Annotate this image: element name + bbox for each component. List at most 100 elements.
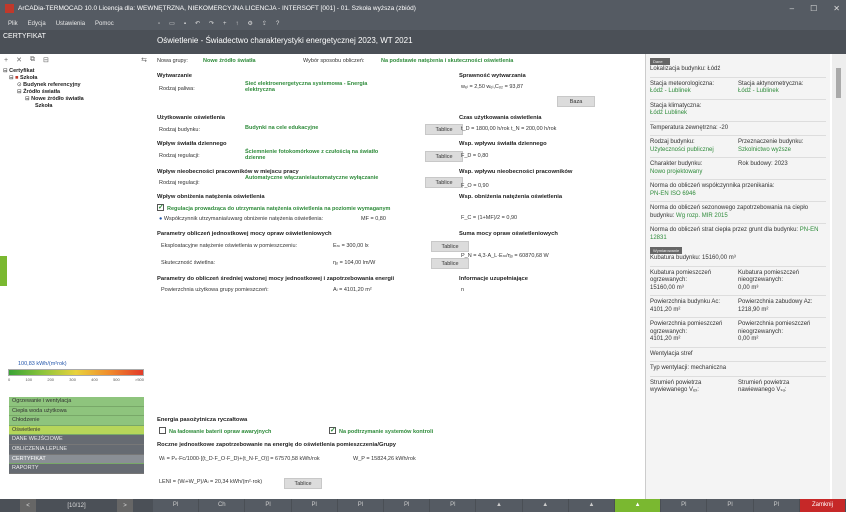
- redo-icon[interactable]: ↷: [209, 20, 214, 27]
- bottom-toolbar: Pl Ch Pl Pl Pl Pl Pl ▲ ▲ ▲ ▲ Pl Pl Pl Za…: [153, 499, 846, 512]
- menu-settings[interactable]: Ustawienia: [56, 21, 85, 27]
- eta-value[interactable]: ηₒ = 104,00 lm/W: [333, 260, 375, 266]
- nav-lighting[interactable]: Oświetlenie: [9, 425, 144, 436]
- checkbox-checked-icon[interactable]: [329, 426, 336, 434]
- section-reduction: Wpływ obniżenia natężenia oświetlenia: [157, 194, 265, 200]
- right-scrollbar[interactable]: [832, 54, 846, 499]
- group-value[interactable]: Nowe źródło światła: [203, 58, 256, 64]
- menu-help[interactable]: Pomoc: [95, 21, 114, 27]
- database-button[interactable]: Baza: [557, 96, 595, 107]
- bottom-button[interactable]: Ch: [199, 499, 246, 512]
- tables-button[interactable]: Tablice: [431, 258, 469, 269]
- fuel-value[interactable]: Sieć elektroenergetyczna systemowa - Ene…: [245, 81, 385, 93]
- undo-icon[interactable]: ↶: [195, 20, 200, 27]
- bottom-button-active[interactable]: ▲: [615, 499, 662, 512]
- tables-button[interactable]: Tablice: [431, 241, 469, 252]
- tree-item-new-light[interactable]: ⊟ Nowe źródło światła: [3, 96, 84, 103]
- section-params2: Parametry do obliczeń średniej ważonej m…: [157, 276, 395, 282]
- regulation-value[interactable]: Automatyczne włączanie/automatyczne wyłą…: [245, 175, 378, 181]
- efficiency-formula: wₑₗ = 2,50 wₑₗ,Cₒ₂ = 93,87: [461, 84, 524, 90]
- tree-item-school-room[interactable]: Szkoła: [3, 103, 84, 110]
- nav-heating[interactable]: Ogrzewanie i wentylacja: [9, 397, 144, 407]
- prev-page-button[interactable]: <: [20, 499, 36, 512]
- export-icon[interactable]: ⇪: [262, 20, 267, 27]
- swap-icon[interactable]: ⇆: [141, 56, 147, 64]
- method-value[interactable]: Na podstawie natężenia i skuteczności oś…: [381, 58, 513, 64]
- tables-button[interactable]: Tablice: [425, 177, 463, 188]
- nav-reports[interactable]: RAPORTY: [9, 464, 144, 474]
- bottom-button[interactable]: ▲: [523, 499, 569, 512]
- maximize-button[interactable]: ☐: [810, 4, 817, 13]
- tree-item-building-ref[interactable]: ⊙ Budynek referencyjny: [3, 82, 84, 89]
- bottom-button[interactable]: Pl: [338, 499, 385, 512]
- area-label: Powierzchnia użytkowa grupy pomieszczeń:: [161, 287, 269, 293]
- bottom-button[interactable]: Pl: [384, 499, 431, 512]
- bottom-button[interactable]: ▲: [569, 499, 616, 512]
- title-bar: ArCADia-TERMOCAD 10.0 Licencja dla: WEWN…: [0, 0, 846, 17]
- section-efficiency: Sprawność wytwarzania: [459, 73, 526, 79]
- add-node-icon[interactable]: +: [4, 57, 8, 64]
- bottom-button[interactable]: Pl: [245, 499, 292, 512]
- checkbox-checked-icon[interactable]: [157, 203, 164, 211]
- location-row: Lokalizacja budynku: Łódź: [650, 66, 721, 72]
- nav-thermal-calc[interactable]: OBLICZENIA LEPLNE: [9, 444, 144, 455]
- add-icon[interactable]: +: [223, 21, 227, 27]
- bottom-button[interactable]: Pl: [153, 499, 200, 512]
- regulation-checkbox[interactable]: Regulacja prowadząca do utrzymania natęż…: [157, 203, 390, 212]
- tables-button[interactable]: Tablice: [425, 151, 463, 162]
- section-annual: Roczne jednostkowe zapotrzebowanie na en…: [157, 442, 397, 448]
- tree-item-school[interactable]: ⊟ ■ Szkoła: [3, 75, 84, 82]
- bottom-button[interactable]: Pl: [430, 499, 477, 512]
- bottom-button[interactable]: Pl: [292, 499, 338, 512]
- nav-certificate[interactable]: CERTYFIKAT: [9, 454, 144, 465]
- copy-node-icon[interactable]: ⧉: [30, 56, 35, 64]
- nav-cooling[interactable]: Chłodzenie: [9, 416, 144, 426]
- tree-item-light-source[interactable]: ⊟ Źródło światła: [3, 89, 84, 96]
- up-icon[interactable]: ↑: [236, 21, 239, 27]
- regulation-value[interactable]: Ściemnienie fotokomórkowe z czułością na…: [245, 149, 385, 161]
- eta-label: Skuteczność świetlna:: [161, 260, 216, 266]
- toolbar: ▫ ▭ ▪ ↶ ↷ + ↑ ⚙ ⇪ ?: [153, 17, 846, 30]
- info-icon[interactable]: ●: [159, 216, 162, 222]
- app-logo-icon: [5, 4, 14, 13]
- checkbox-empty-icon[interactable]: [159, 427, 166, 434]
- menu-edit[interactable]: Edycja: [28, 21, 46, 27]
- minimize-button[interactable]: –: [790, 4, 794, 13]
- close-button[interactable]: ✕: [833, 4, 840, 13]
- scale-tick: >500: [134, 377, 144, 382]
- em-label: Eksploatacyjne natężenie oświetlenia w p…: [161, 243, 298, 249]
- menu-bar: Plik Edycja Ustawienia Pomoc: [0, 17, 153, 30]
- settings-icon[interactable]: ⚙: [248, 20, 253, 27]
- bottom-button[interactable]: ▲: [476, 499, 523, 512]
- area-value[interactable]: Aₗ = 4101,20 m²: [333, 287, 372, 293]
- save-icon[interactable]: ▪: [184, 21, 186, 27]
- bottom-button[interactable]: Pl: [707, 499, 754, 512]
- fc-value: F_C = (1+MF)/2 = 0,90: [461, 215, 518, 221]
- tables-button[interactable]: Tablice: [425, 124, 463, 135]
- tree-item-certificate[interactable]: ⊟ Certyfikat: [3, 68, 84, 75]
- close-module-button[interactable]: Zamknij: [799, 499, 846, 512]
- bottom-button[interactable]: Pl: [754, 499, 800, 512]
- nav-input-data[interactable]: DANE WEJŚCIOWE: [9, 435, 144, 445]
- help-icon[interactable]: ?: [276, 21, 279, 27]
- em-value[interactable]: Eₘ = 300,00 lx: [333, 243, 369, 249]
- next-page-button[interactable]: >: [116, 499, 133, 512]
- side-collapse-handle[interactable]: [0, 256, 7, 286]
- nav-hot-water[interactable]: Ciepła woda użytkowa: [9, 406, 144, 417]
- scale-tick: 400: [91, 377, 98, 382]
- scroll-thumb[interactable]: [836, 68, 841, 98]
- character-row: Charakter budynku: Nowo projektowany Rok …: [650, 161, 788, 175]
- open-icon[interactable]: ▭: [169, 20, 175, 27]
- building-type-value[interactable]: Budynki na cele edukacyjne: [245, 125, 318, 131]
- tables-button[interactable]: Tablice: [284, 478, 322, 489]
- new-icon[interactable]: ▫: [158, 21, 160, 27]
- scale-tick: 200: [47, 377, 55, 382]
- module-nav: Ogrzewanie i wentylacja Ciepła woda użyt…: [9, 397, 144, 474]
- menu-file[interactable]: Plik: [8, 21, 18, 27]
- bottom-button[interactable]: Pl: [661, 499, 708, 512]
- charge-checkbox[interactable]: Na ładowanie baterii opraw awaryjnych: [159, 427, 271, 435]
- control-checkbox[interactable]: Na podtrzymanie systemów kontroli: [329, 426, 433, 435]
- group-label: Nowa grupy:: [157, 58, 188, 64]
- collapse-icon[interactable]: ⊟: [43, 56, 49, 64]
- delete-node-icon[interactable]: ✕: [16, 56, 22, 64]
